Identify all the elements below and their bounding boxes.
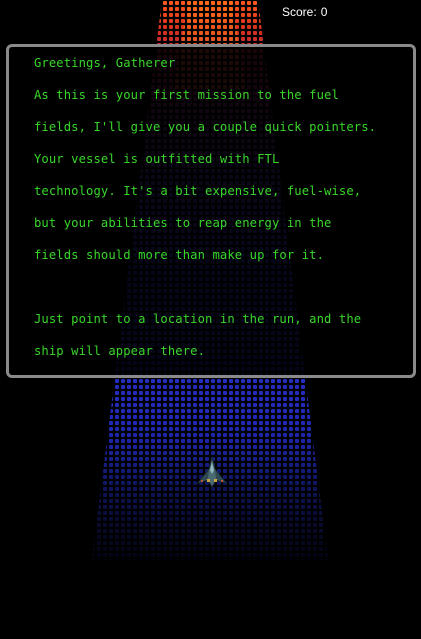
ship-light-right xyxy=(221,480,223,482)
dialog-line: ship will appear there. xyxy=(34,344,206,358)
dialog-line: As this is your first mission to the fue… xyxy=(34,88,339,102)
game-canvas[interactable]: Score: 0 Greetings, Gatherer As this is y… xyxy=(0,0,421,639)
dialog-line: fields, I'll give you a couple quick poi… xyxy=(34,120,377,134)
dialog-line: fields should more than make up for it. xyxy=(34,248,325,262)
dialog-message: Greetings, Gatherer As this is your firs… xyxy=(34,51,412,371)
dialog-line: Just point to a location in the run, and… xyxy=(34,312,362,326)
dialog-spacer xyxy=(34,275,412,307)
dialog-line: technology. It's a bit expensive, fuel-w… xyxy=(34,184,362,198)
ship-engine-right xyxy=(214,479,217,482)
score-display: Score: 0 xyxy=(282,4,327,20)
ship-engine-left xyxy=(207,479,210,482)
dialog-line: Your vessel is outfitted with FTL xyxy=(34,152,280,166)
tutorial-dialog[interactable]: Greetings, Gatherer As this is your firs… xyxy=(6,44,416,378)
ship-light-left xyxy=(201,480,203,482)
score-value: 0 xyxy=(320,5,328,19)
dialog-line: but your abilities to reap energy in the xyxy=(34,216,332,230)
score-label: Score: xyxy=(282,5,317,19)
spaceship-icon[interactable] xyxy=(196,456,228,488)
dialog-greeting: Greetings, Gatherer xyxy=(34,56,176,70)
